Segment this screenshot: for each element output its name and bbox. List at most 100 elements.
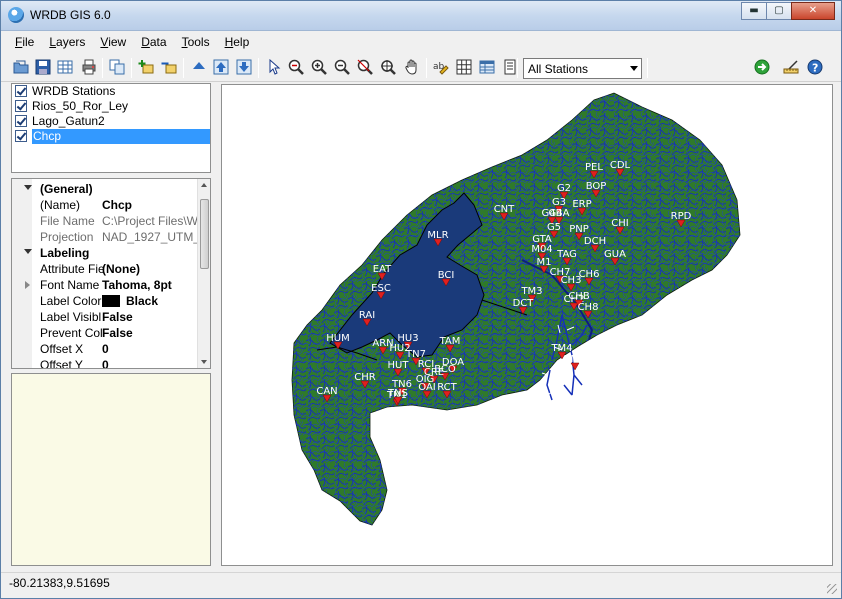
zoom-layer-icon[interactable] — [380, 59, 396, 75]
zoom-extent-icon[interactable] — [288, 59, 304, 75]
station-label: PNP — [569, 224, 589, 235]
copy-icon[interactable] — [109, 59, 125, 75]
svg-text:?: ? — [812, 62, 818, 75]
station-label: HUT — [388, 360, 410, 371]
pan-icon[interactable] — [404, 59, 420, 75]
menu-tools[interactable]: Tools — [182, 35, 210, 49]
station-label: BCI — [438, 270, 455, 281]
station-label: RAI — [359, 310, 375, 321]
property-row-label-visible[interactable]: Label Visibl False — [12, 309, 198, 325]
station-label: CAN — [316, 386, 337, 397]
layer-bottom-icon[interactable] — [236, 59, 252, 75]
menu-data[interactable]: Data — [141, 35, 166, 49]
station-label: TAM — [439, 336, 461, 347]
table-icon[interactable] — [57, 59, 73, 75]
collapse-icon[interactable] — [24, 249, 32, 254]
layer-visible-checkbox[interactable] — [15, 130, 27, 142]
layer-item-rios[interactable]: Rios_50_Ror_Ley — [12, 99, 210, 114]
station-label: GUA — [604, 249, 626, 260]
zoom-out-icon[interactable] — [334, 59, 350, 75]
station-label: TNS — [387, 388, 408, 399]
scroll-down-icon[interactable] — [201, 360, 207, 364]
station-marker[interactable]: TM2 — [563, 354, 586, 371]
grid-icon[interactable] — [456, 59, 472, 75]
scroll-up-icon[interactable] — [201, 183, 207, 187]
layer-label: Lago_Gatun2 — [32, 114, 105, 128]
save-icon[interactable] — [35, 59, 51, 75]
app-globe-icon — [8, 7, 24, 23]
layer-visible-checkbox[interactable] — [15, 100, 27, 112]
legend-icon[interactable] — [502, 59, 518, 75]
minimize-button[interactable]: ▬ — [741, 2, 767, 20]
layer-label: Chcp — [32, 129, 210, 144]
color-swatch — [102, 295, 120, 307]
expand-icon[interactable] — [25, 281, 30, 289]
property-row-prevent-collision[interactable]: Prevent Col False — [12, 325, 198, 341]
add-layer-icon[interactable] — [138, 59, 154, 75]
property-scrollbar[interactable] — [197, 179, 210, 368]
property-row-offset-x[interactable]: Offset X 0 — [12, 341, 198, 357]
remove-layer-icon[interactable] — [161, 59, 177, 75]
layer-visible-checkbox[interactable] — [15, 85, 27, 97]
layer-label: Rios_50_Ror_Ley — [32, 99, 129, 113]
station-label: CNT — [494, 204, 515, 215]
attribute-table-icon[interactable] — [479, 59, 495, 75]
collapse-icon[interactable] — [24, 185, 32, 190]
close-button[interactable]: ✕ — [791, 2, 835, 20]
station-label: ERP — [572, 199, 591, 210]
title-bar[interactable]: WRDB GIS 6.0 ▬ ▢ ✕ — [1, 1, 841, 31]
open-icon[interactable] — [13, 59, 29, 75]
label-icon[interactable]: ab — [433, 59, 449, 75]
property-row-offset-y[interactable]: Offset Y 0 — [12, 357, 198, 368]
menu-bar: File Layers View Data Tools Help — [1, 31, 841, 53]
station-label: G3 — [552, 197, 566, 208]
layer-top-icon[interactable] — [213, 59, 229, 75]
station-label: CHR — [354, 372, 376, 383]
property-row-name[interactable]: (Name) Chcp — [12, 197, 198, 213]
category-labeling[interactable]: Labeling — [12, 245, 198, 261]
layer-up-icon[interactable] — [191, 59, 207, 75]
layer-item-chcp[interactable]: Chcp — [12, 129, 210, 144]
maximize-button[interactable]: ▢ — [766, 2, 792, 20]
layer-visible-checkbox[interactable] — [15, 115, 27, 127]
help-icon[interactable]: ? — [807, 59, 823, 75]
menu-help[interactable]: Help — [225, 35, 250, 49]
menu-view[interactable]: View — [100, 35, 126, 49]
station-filter-dropdown[interactable]: All Stations — [523, 58, 642, 79]
zoom-full-icon[interactable] — [357, 59, 373, 75]
category-general[interactable]: (General) — [12, 181, 198, 197]
window-title: WRDB GIS 6.0 — [30, 8, 111, 22]
pointer-icon[interactable] — [266, 59, 282, 75]
property-row-attribute-field[interactable]: Attribute Fie (None) — [12, 261, 198, 277]
measure-icon[interactable] — [783, 59, 799, 75]
menu-file[interactable]: File — [15, 35, 34, 49]
station-label: HUM — [326, 333, 349, 344]
property-row-projection[interactable]: Projection NAD_1927_UTM_2 — [12, 229, 198, 245]
station-label: CH8 — [578, 302, 599, 313]
layer-item-lago-gatun[interactable]: Lago_Gatun2 — [12, 114, 210, 129]
station-label: M04 — [531, 244, 552, 255]
menu-layers[interactable]: Layers — [49, 35, 85, 49]
station-label: DCH — [584, 236, 606, 247]
station-label: CHB — [568, 291, 590, 302]
station-label: EAT — [373, 264, 392, 275]
toolbar: ab All Stations ? — [1, 54, 841, 82]
watershed-layer — [291, 92, 741, 526]
zoom-in-icon[interactable] — [311, 59, 327, 75]
property-row-file-name[interactable]: File Name C:\Project Files\WE — [12, 213, 198, 229]
layer-item-wrdb-stations[interactable]: WRDB Stations — [12, 84, 210, 99]
station-label: G5 — [547, 222, 561, 233]
go-icon[interactable] — [754, 59, 770, 75]
resize-grip-icon[interactable] — [827, 584, 837, 594]
scroll-thumb[interactable] — [200, 199, 209, 269]
print-icon[interactable] — [81, 59, 97, 75]
property-row-label-color[interactable]: Label Color Black — [12, 293, 198, 309]
map-canvas[interactable]: PEL CDLG2 BOPG3 ERPCNT G4BG4AG5 PNPRPDCHIGTA D… — [222, 85, 833, 566]
station-label: PEL — [585, 162, 603, 173]
station-label: TM4 — [550, 343, 572, 354]
property-row-font-name[interactable]: Font Name Tahoma, 8pt — [12, 277, 198, 293]
layer-list: WRDB Stations Rios_50_Ror_Ley Lago_Gatun… — [11, 83, 211, 173]
map-view[interactable]: PEL CDL G2 BOP G3 ERP CNT G4B G4A G5 PNP RPD CHI GTA D… — [221, 84, 833, 566]
station-label: CDL — [610, 160, 631, 171]
station-label: CH6 — [579, 269, 600, 280]
